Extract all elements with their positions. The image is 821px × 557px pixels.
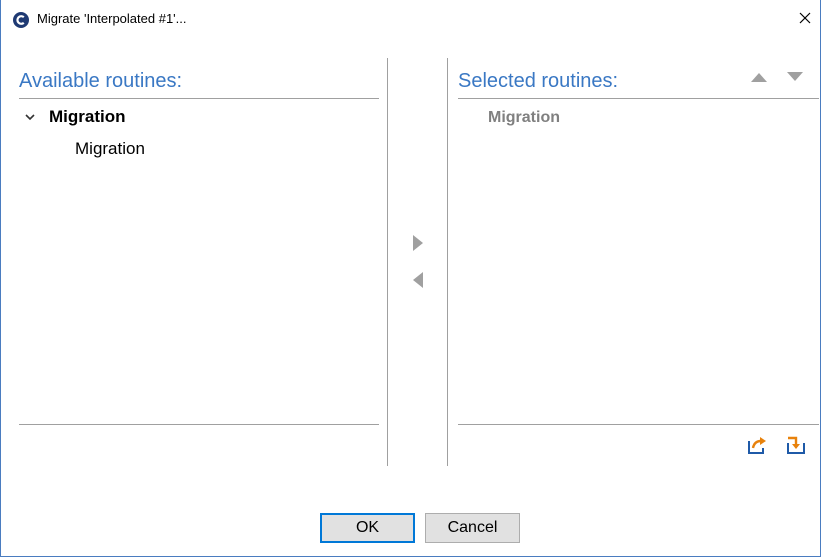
tree-node-migration[interactable]: Migration: [23, 107, 126, 127]
tree-leaf-migration[interactable]: Migration: [75, 139, 145, 159]
ok-button[interactable]: OK: [320, 513, 415, 543]
selected-item-migration[interactable]: Migration: [488, 109, 560, 127]
app-logo-icon: [13, 12, 29, 28]
window-title: Migrate 'Interpolated #1'...: [37, 11, 187, 26]
close-button[interactable]: [791, 4, 819, 32]
available-header-divider: [19, 98, 379, 99]
move-up-button[interactable]: [749, 70, 769, 84]
tree-node-label: Migration: [49, 107, 126, 126]
chevron-down-icon[interactable]: [23, 110, 37, 124]
left-splitter: [387, 58, 388, 466]
move-down-button[interactable]: [785, 70, 805, 84]
title-bar: Migrate 'Interpolated #1'...: [1, 0, 820, 38]
available-footer-divider: [19, 424, 379, 425]
triangle-up-icon: [751, 73, 767, 82]
close-icon: [799, 12, 811, 24]
move-right-button[interactable]: [411, 234, 425, 252]
triangle-right-icon: [413, 235, 423, 251]
import-icon: [787, 436, 805, 454]
selected-footer-divider: [458, 424, 819, 425]
export-icon: [748, 437, 766, 454]
triangle-left-icon: [413, 272, 423, 288]
available-routines-title: Available routines:: [19, 70, 183, 92]
selected-routines-title: Selected routines:: [458, 70, 619, 92]
import-button[interactable]: [785, 435, 807, 455]
triangle-down-icon: [787, 72, 803, 81]
selected-header-divider: [458, 98, 819, 99]
export-button[interactable]: [746, 435, 768, 455]
migrate-dialog: Migrate 'Interpolated #1'... Available r…: [0, 0, 821, 557]
move-left-button[interactable]: [411, 271, 425, 289]
right-splitter: [447, 58, 448, 466]
cancel-button[interactable]: Cancel: [425, 513, 520, 543]
